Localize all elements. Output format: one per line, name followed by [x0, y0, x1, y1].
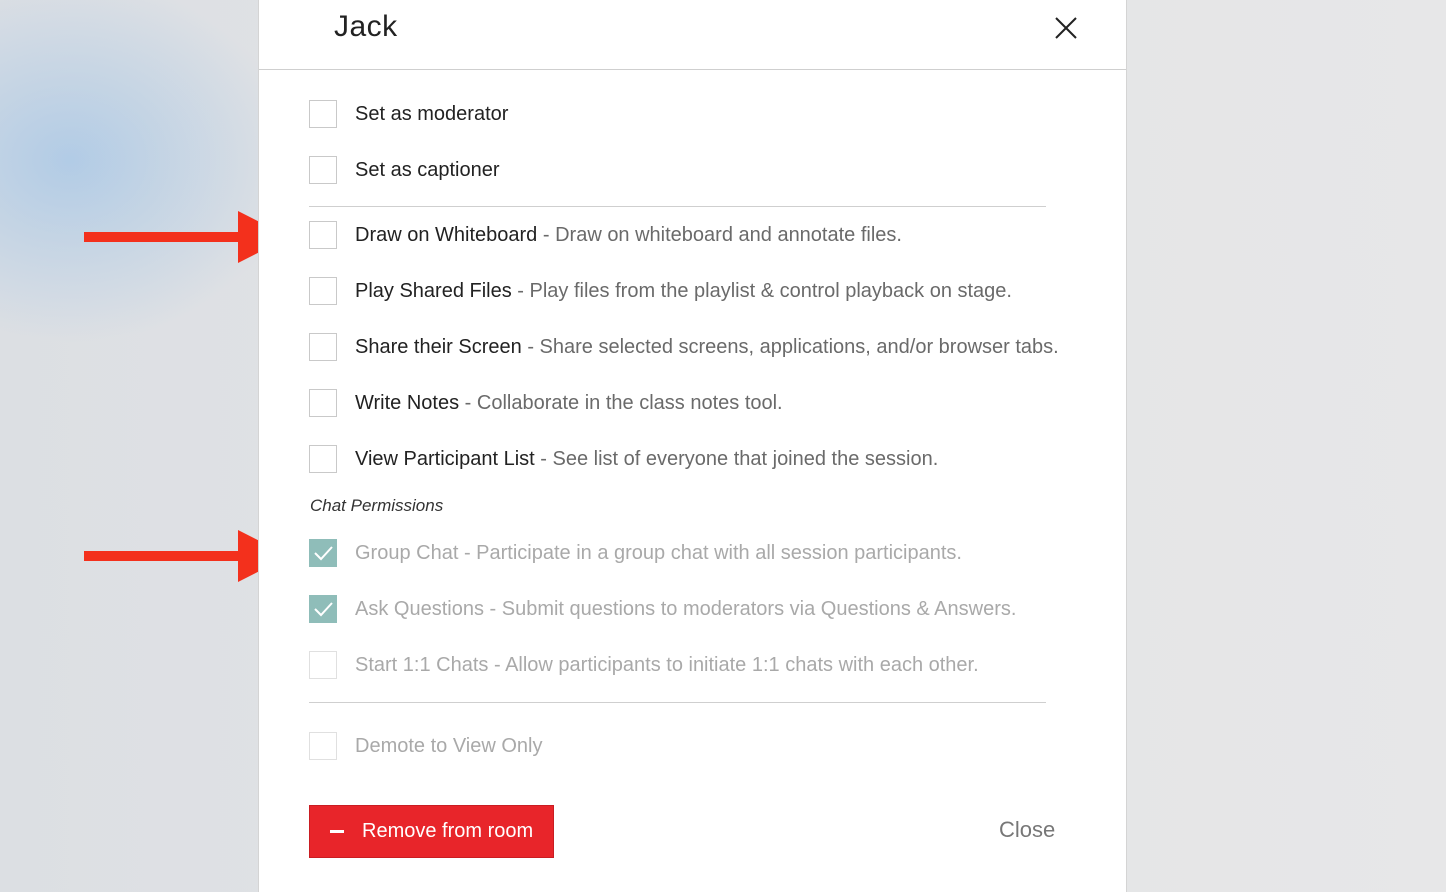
checkmark-icon: [314, 602, 333, 617]
dialog-header: Jack: [259, 0, 1126, 70]
whiteboard-description: - Draw on whiteboard and annotate files.: [537, 224, 902, 246]
moderator-checkbox[interactable]: [309, 100, 337, 128]
whiteboard-option[interactable]: Draw on Whiteboard - Draw on whiteboard …: [309, 220, 902, 250]
captioner-checkbox[interactable]: [309, 156, 337, 184]
write-notes-label: Write Notes: [355, 392, 460, 414]
minus-icon: [330, 830, 344, 833]
ask-questions-label: Ask Questions: [355, 598, 484, 620]
ask-questions-checkbox[interactable]: [309, 595, 337, 623]
group-chat-label: Group Chat: [355, 542, 459, 564]
participant-list-option[interactable]: View Participant List - See list of ever…: [309, 444, 938, 474]
participant-list-description: - See list of everyone that joined the s…: [534, 448, 939, 470]
demote-checkbox[interactable]: [309, 732, 337, 760]
group-chat-checkbox[interactable]: [309, 539, 337, 567]
demote-label: Demote to View Only: [355, 735, 543, 757]
write-notes-checkbox[interactable]: [309, 389, 337, 417]
share-screen-description: - Share selected screens, applications, …: [521, 336, 1059, 358]
close-button[interactable]: Close: [999, 817, 1055, 843]
close-icon[interactable]: [1051, 13, 1081, 43]
checkmark-icon: [314, 546, 333, 561]
moderator-option[interactable]: Set as moderator: [309, 99, 508, 129]
group-chat-description: - Participate in a group chat with all s…: [458, 542, 962, 564]
write-notes-description: - Collaborate in the class notes tool.: [459, 392, 783, 414]
group-chat-option[interactable]: Group Chat - Participate in a group chat…: [309, 538, 962, 568]
demote-option[interactable]: Demote to View Only: [309, 731, 543, 761]
private-chats-description: - Allow participants to initiate 1:1 cha…: [488, 654, 979, 676]
share-screen-label: Share their Screen: [355, 336, 522, 358]
captioner-label: Set as captioner: [355, 159, 500, 181]
shared-files-checkbox[interactable]: [309, 277, 337, 305]
divider: [309, 702, 1046, 703]
shared-files-description: - Play files from the playlist & control…: [511, 280, 1012, 302]
share-screen-option[interactable]: Share their Screen - Share selected scre…: [309, 332, 1059, 362]
private-chats-label: Start 1:1 Chats: [355, 654, 489, 676]
moderator-label: Set as moderator: [355, 103, 509, 125]
remove-from-room-button[interactable]: Remove from room: [309, 805, 554, 858]
ask-questions-option[interactable]: Ask Questions - Submit questions to mode…: [309, 594, 1016, 624]
chat-permissions-heading: Chat Permissions: [310, 496, 444, 515]
private-chats-option[interactable]: Start 1:1 Chats - Allow participants to …: [309, 650, 979, 680]
write-notes-option[interactable]: Write Notes - Collaborate in the class n…: [309, 388, 783, 418]
divider: [309, 206, 1046, 207]
ask-questions-description: - Submit questions to moderators via Que…: [483, 598, 1017, 620]
private-chats-checkbox[interactable]: [309, 651, 337, 679]
captioner-option[interactable]: Set as captioner: [309, 155, 500, 185]
participant-permissions-dialog: Jack Set as moderator Set as captioner D…: [258, 0, 1127, 892]
participant-list-label: View Participant List: [355, 448, 535, 470]
dialog-title: Jack: [334, 10, 398, 43]
shared-files-label: Play Shared Files: [355, 280, 512, 302]
participant-list-checkbox[interactable]: [309, 445, 337, 473]
share-screen-checkbox[interactable]: [309, 333, 337, 361]
shared-files-option[interactable]: Play Shared Files - Play files from the …: [309, 276, 1012, 306]
remove-from-room-label: Remove from room: [362, 820, 534, 842]
whiteboard-label: Draw on Whiteboard: [355, 224, 538, 246]
whiteboard-checkbox[interactable]: [309, 221, 337, 249]
